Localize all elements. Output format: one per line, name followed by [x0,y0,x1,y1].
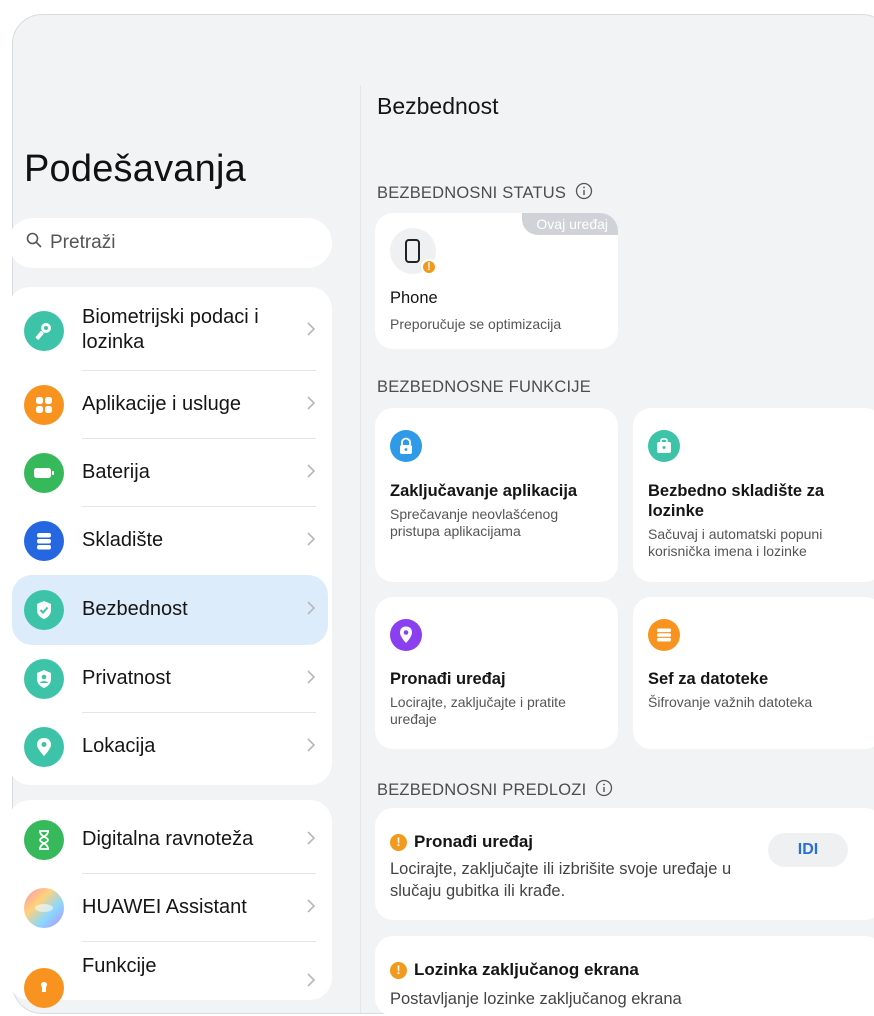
warning-icon: ! [390,961,407,979]
chevron-right-icon [306,830,316,851]
section-header-features: BEZBEDNOSNE FUNKCIJE [377,378,591,397]
page-title: Bezbednost [377,93,499,119]
section-label: BEZBEDNOSNI PREDLOZI [377,781,587,799]
warning-icon: ! [421,259,437,275]
battery-icon [24,453,64,493]
privacy-icon [24,659,64,699]
sidebar-item-digital-balance[interactable]: Digitalna ravnoteža [12,806,328,874]
sidebar-item-label: Baterija [82,461,150,483]
file-safe-icon [648,619,680,651]
storage-icon [24,521,64,561]
suggestion-card-lock-screen-password: ! Lozinka zaključanog ekrana Postavljanj… [375,936,874,1016]
sidebar-item-location[interactable]: Lokacija [12,713,328,781]
apps-icon [24,385,64,425]
password-vault-icon [648,430,680,462]
settings-title: Podešavanja [24,148,246,190]
suggestion-description: Postavljanje lozinke zaključanog ekrana [390,990,682,1008]
shield-check-icon [24,590,64,630]
search-input[interactable]: Pretraži [8,218,332,268]
chevron-right-icon [306,898,316,919]
feature-subtitle: Locirajte, zaključajte i pratite uređaje [390,694,566,727]
sidebar-item-label: Digitalna ravnoteža [82,828,254,850]
settings-group-secondary: Digitalna ravnoteža HUAWEI Assistant Fun… [8,800,332,1008]
sidebar-item-label: Skladište [82,529,164,551]
hourglass-icon [24,820,64,860]
chevron-right-icon [306,463,316,484]
feature-card-file-safe[interactable]: Sef za datoteke Šifrovanje važnih datote… [633,597,874,749]
sidebar-item-apps[interactable]: Aplikacije i usluge [12,371,328,439]
chevron-right-icon [306,737,316,758]
lock-icon [390,430,422,462]
sidebar-item-huawei-assistant[interactable]: HUAWEI Assistant [12,874,328,942]
sidebar-item-label: Bezbednost [82,598,188,620]
suggestion-title-text: Pronađi uređaj [414,832,534,851]
device-status-text: Preporučuje se optimizacija [390,316,562,332]
section-header-suggestions: BEZBEDNOSNI PREDLOZI [377,779,613,802]
settings-group-main: Biometrijski podaci i lozinka Aplikacije… [8,287,332,785]
sidebar-item-label: Privatnost [82,667,171,689]
location-icon [24,727,64,767]
sidebar-item-storage[interactable]: Skladište [12,507,328,575]
suggestion-title: ! Lozinka zaključanog ekrana [390,960,639,980]
feature-subtitle: Šifrovanje važnih datoteka [648,694,813,710]
pane-divider [360,85,361,1013]
feature-title: Sef za datoteke [648,670,769,688]
sidebar-item-security[interactable]: Bezbednost [12,575,328,645]
sidebar-item-battery[interactable]: Baterija [12,439,328,507]
sidebar-item-label: Aplikacije i usluge [82,393,241,415]
search-placeholder: Pretraži [50,232,116,253]
suggestion-description: Locirajte, zaključajte ili izbrišite svo… [390,860,732,900]
chevron-right-icon [306,669,316,690]
sidebar-item-label: Lokacija [82,735,156,757]
section-header-status: BEZBEDNOSNI STATUS [377,182,593,205]
feature-card-find-device[interactable]: Pronađi uređaj Locirajte, zaključajte i … [375,597,618,749]
chevron-right-icon [306,600,316,621]
chevron-right-icon [306,395,316,416]
assistant-icon [24,888,64,928]
chevron-right-icon [306,321,316,342]
feature-title: Pronađi uređaj [390,670,506,688]
feature-card-app-lock[interactable]: Zaključavanje aplikacija Sprečavanje neo… [375,408,618,582]
suggestion-title: ! Pronađi uređaj [390,832,533,852]
find-device-icon [390,619,422,651]
info-icon[interactable] [566,182,593,205]
chevron-right-icon [306,531,316,552]
sidebar-item-features[interactable]: Funkcije [12,942,328,1010]
key-icon [24,311,64,351]
sidebar-item-label: Biometrijski podaci i lozinka [82,306,259,353]
phone-icon: ! [390,228,437,275]
info-icon[interactable] [586,779,613,802]
sidebar-item-privacy[interactable]: Privatnost [12,645,328,713]
sidebar-item-label: Funkcije [82,955,157,977]
feature-subtitle: Sačuvaj i automatski popuni korisnička i… [648,526,823,559]
go-button[interactable]: IDI [768,833,848,867]
this-device-badge: Ovaj uređaj [522,213,618,235]
sidebar-item-label: HUAWEI Assistant [82,896,247,918]
device-status-card[interactable]: Ovaj uređaj ! Phone Preporučuje se optim… [375,213,618,349]
sidebar-item-biometrics[interactable]: Biometrijski podaci i lozinka [12,291,328,371]
warning-icon: ! [390,833,407,851]
section-label: BEZBEDNOSNI STATUS [377,184,567,202]
feature-subtitle: Sprečavanje neovlašćenog pristupa aplika… [390,506,559,539]
section-label: BEZBEDNOSNE FUNKCIJE [377,378,591,396]
device-name: Phone [390,289,438,307]
features-icon [24,968,64,1008]
search-icon [26,232,50,254]
feature-title: Bezbedno skladište za lozinke [648,482,825,520]
feature-title: Zaključavanje aplikacija [390,482,578,500]
feature-card-password-vault[interactable]: Bezbedno skladište za lozinke Sačuvaj i … [633,408,874,582]
suggestion-title-text: Lozinka zaključanog ekrana [414,960,639,979]
chevron-right-icon [306,972,316,993]
